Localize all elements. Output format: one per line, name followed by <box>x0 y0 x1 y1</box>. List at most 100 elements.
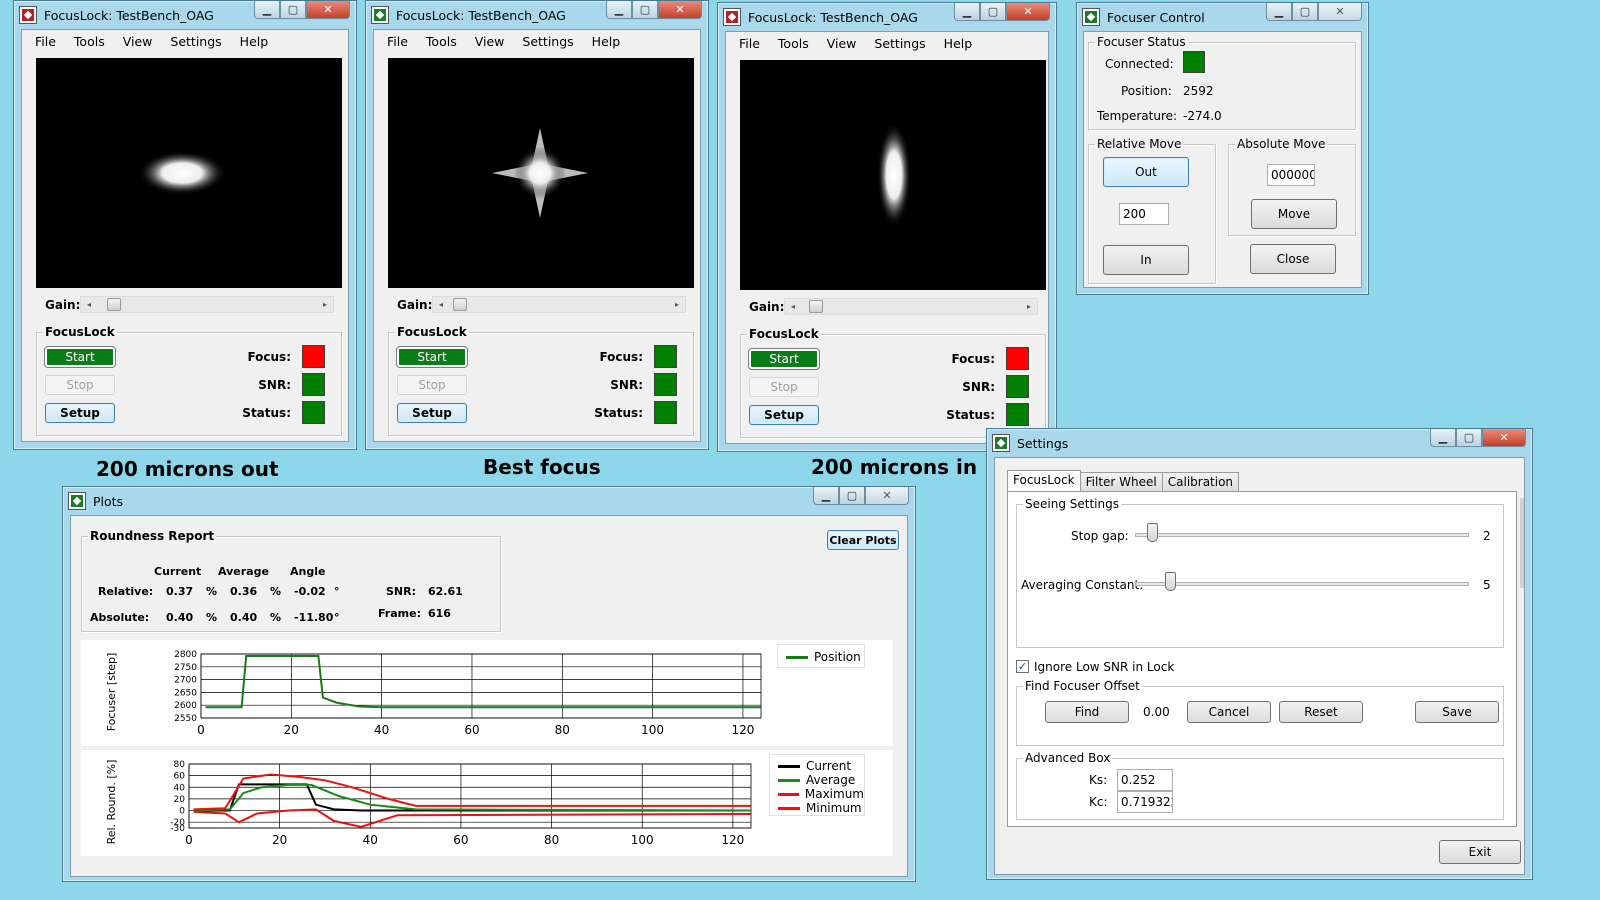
close-button[interactable]: Close <box>1250 244 1336 274</box>
close-icon[interactable]: ✕ <box>1318 3 1362 21</box>
minimize-icon[interactable]: ▁ <box>954 3 980 21</box>
save-button[interactable]: Save <box>1415 701 1499 723</box>
menu-view[interactable]: View <box>818 36 866 51</box>
maximize-icon[interactable]: ▢ <box>1456 429 1482 447</box>
connected-indicator <box>1183 51 1205 73</box>
scroll-right-icon[interactable]: ▸ <box>317 297 333 312</box>
menu-settings[interactable]: Settings <box>513 34 582 49</box>
ignore-snr-checkbox[interactable]: ✓ <box>1016 660 1029 673</box>
minimize-icon[interactable]: ▁ <box>813 487 839 505</box>
position-label: Position: <box>1121 84 1172 98</box>
abs-average: 0.40 <box>230 611 258 624</box>
ks-input[interactable]: 0.252 <box>1117 769 1173 791</box>
absolute-position-input[interactable]: 000000 <box>1267 164 1315 186</box>
menu-file[interactable]: File <box>730 36 769 51</box>
maximize-icon[interactable]: ▢ <box>280 1 306 19</box>
start-button[interactable]: Start <box>748 348 820 370</box>
legend-label: Maximum <box>804 787 864 801</box>
menu-tools[interactable]: Tools <box>65 34 114 49</box>
out-button[interactable]: Out <box>1103 157 1189 187</box>
menu-help[interactable]: Help <box>231 34 278 49</box>
y-axis-label: Rel. Round. [%] <box>105 760 118 845</box>
step-input[interactable]: 200 <box>1119 203 1169 225</box>
x-tick-label: 0 <box>197 723 205 737</box>
col-current: Current <box>154 565 202 578</box>
scroll-left-icon[interactable]: ◂ <box>81 297 97 312</box>
menu-view[interactable]: View <box>466 34 514 49</box>
exit-button[interactable]: Exit <box>1439 840 1521 864</box>
close-icon[interactable]: ✕ <box>865 487 909 505</box>
maximize-icon[interactable]: ▢ <box>1292 3 1318 21</box>
maximize-icon[interactable]: ▢ <box>839 487 865 505</box>
menu-tools[interactable]: Tools <box>417 34 466 49</box>
window-titlebar[interactable]: FocusLock: TestBench_OAG ▁ ▢ ✕ <box>14 1 356 29</box>
setup-button[interactable]: Setup <box>749 405 819 425</box>
gain-slider[interactable]: ◂ ▸ <box>784 298 1038 315</box>
minimize-icon[interactable]: ▁ <box>1266 3 1292 21</box>
tab-focuslock[interactable]: FocusLock <box>1007 470 1081 491</box>
gain-thumb[interactable] <box>453 298 467 311</box>
scroll-left-icon[interactable]: ◂ <box>433 297 449 312</box>
maximize-icon[interactable]: ▢ <box>632 1 658 19</box>
menu-settings[interactable]: Settings <box>161 34 230 49</box>
gain-thumb[interactable] <box>107 298 121 311</box>
star-blob <box>877 123 911 227</box>
minimize-icon[interactable]: ▁ <box>1430 429 1456 447</box>
menu-file[interactable]: File <box>26 34 65 49</box>
find-button[interactable]: Find <box>1045 701 1129 723</box>
clear-plots-button[interactable]: Clear Plots <box>827 530 899 550</box>
scroll-left-icon[interactable]: ◂ <box>785 299 801 314</box>
gain-label: Gain: <box>749 300 785 314</box>
window-titlebar[interactable]: FocusLock: TestBench_OAG ▁ ▢ ✕ <box>718 3 1056 31</box>
tab-filter-wheel[interactable]: Filter Wheel <box>1079 472 1163 491</box>
setup-button[interactable]: Setup <box>397 403 467 423</box>
stop-button[interactable]: Stop <box>397 375 467 395</box>
stop-button[interactable]: Stop <box>45 375 115 395</box>
absolute-label: Absolute: <box>90 611 150 624</box>
window-titlebar[interactable]: FocusLock: TestBench_OAG ▁ ▢ ✕ <box>366 1 708 29</box>
setup-button[interactable]: Setup <box>45 403 115 423</box>
menu-help[interactable]: Help <box>583 34 630 49</box>
close-icon[interactable]: ✕ <box>1006 3 1050 21</box>
averaging-thumb[interactable] <box>1165 572 1176 591</box>
close-icon[interactable]: ✕ <box>1482 429 1526 447</box>
scroll-right-icon[interactable]: ▸ <box>669 297 685 312</box>
x-tick-label: 120 <box>721 833 744 847</box>
y-tick-label: 20 <box>174 795 186 805</box>
scroll-right-icon[interactable]: ▸ <box>1021 299 1037 314</box>
reset-button[interactable]: Reset <box>1279 701 1363 723</box>
menu-settings[interactable]: Settings <box>865 36 934 51</box>
group-title: Absolute Move <box>1235 137 1328 151</box>
stop-gap-thumb[interactable] <box>1147 523 1158 542</box>
start-button[interactable]: Start <box>44 346 116 368</box>
focuslock-group: FocusLock Start Stop Setup Focus: SNR: S… <box>388 325 694 436</box>
window-titlebar[interactable]: Settings ▁ ▢ ✕ <box>987 429 1532 457</box>
in-button[interactable]: In <box>1103 245 1189 275</box>
gain-thumb[interactable] <box>809 300 823 313</box>
gain-slider[interactable]: ◂ ▸ <box>432 296 686 313</box>
window-titlebar[interactable]: Focuser Control ▁ ▢ ✕ <box>1077 3 1368 31</box>
minimize-icon[interactable]: ▁ <box>254 1 280 19</box>
tab-calibration[interactable]: Calibration <box>1161 472 1240 491</box>
menu-file[interactable]: File <box>378 34 417 49</box>
maximize-icon[interactable]: ▢ <box>980 3 1006 21</box>
series-line-minimum <box>193 808 752 828</box>
stop-button[interactable]: Stop <box>749 377 819 397</box>
menu-help[interactable]: Help <box>935 36 982 51</box>
minimize-icon[interactable]: ▁ <box>606 1 632 19</box>
x-tick-label: 0 <box>185 833 193 847</box>
start-button[interactable]: Start <box>396 346 468 368</box>
stop-gap-track[interactable] <box>1135 533 1469 537</box>
close-icon[interactable]: ✕ <box>658 1 702 19</box>
menu-view[interactable]: View <box>114 34 162 49</box>
gain-slider[interactable]: ◂ ▸ <box>80 296 334 313</box>
move-button[interactable]: Move <box>1251 199 1337 229</box>
averaging-track[interactable] <box>1135 582 1469 586</box>
window-titlebar[interactable]: Plots ▁ ▢ ✕ <box>63 487 915 515</box>
close-icon[interactable]: ✕ <box>306 1 350 19</box>
menu-bar: File Tools View Settings Help <box>22 30 348 52</box>
menu-tools[interactable]: Tools <box>769 36 818 51</box>
window-scrollbar[interactable] <box>1520 498 1524 588</box>
cancel-button[interactable]: Cancel <box>1187 701 1271 723</box>
kc-input[interactable]: 0.7193224 <box>1117 791 1173 813</box>
